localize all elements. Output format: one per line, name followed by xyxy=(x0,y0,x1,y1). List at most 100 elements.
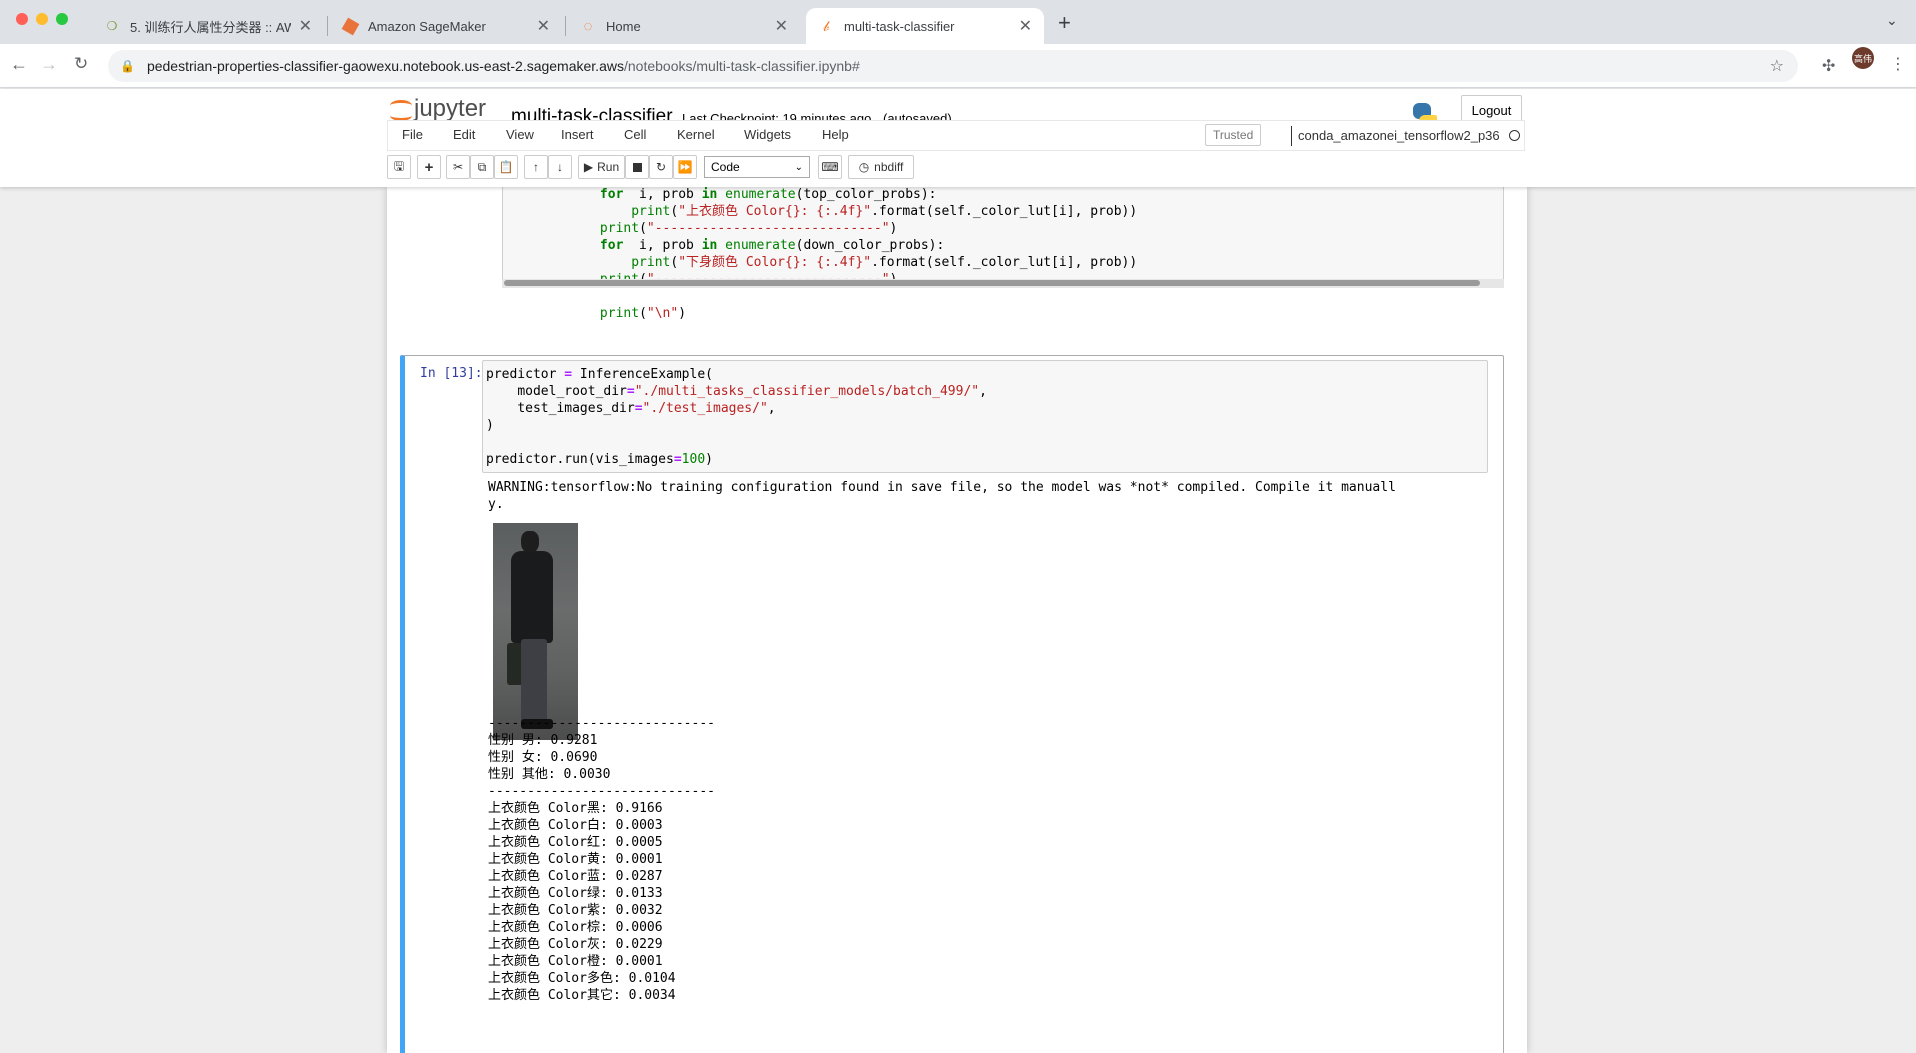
url-input[interactable]: 🔒 pedestrian-properties-classifier-gaowe… xyxy=(108,50,1798,82)
code-token: predictor.run(vis_images xyxy=(486,452,674,467)
star-icon[interactable]: ☆ xyxy=(1770,56,1784,76)
output-line: 上衣颜色 Color红: 0.0005 xyxy=(488,835,663,850)
arrow-up-icon: ↑ xyxy=(533,160,539,174)
lightbulb-icon: ❍ xyxy=(106,19,118,33)
output-line: ----------------------------- xyxy=(488,784,715,799)
jupyter-logo-icon xyxy=(390,96,412,122)
new-tab-button[interactable]: + xyxy=(1058,10,1071,36)
code-token: enumerate xyxy=(717,238,796,253)
kebab-icon[interactable]: ⋮ xyxy=(1890,54,1906,74)
close-icon[interactable]: ✕ xyxy=(1019,16,1032,36)
kernel-idle-indicator xyxy=(1509,130,1520,141)
browser-tab-aws-workshop[interactable]: ❍ 5. 训练行人属性分类器 :: AWS S ✕ xyxy=(92,8,324,44)
browser-tab-home[interactable]: ◌ Home ✕ xyxy=(568,8,800,44)
code-line: print("-----------------------------") xyxy=(506,220,1137,237)
sagemaker-icon xyxy=(341,17,359,35)
code-line: for i, prob in enumerate(top_color_probs… xyxy=(506,187,1137,203)
restart-button[interactable]: ↻ xyxy=(649,155,673,179)
tab-title: Home xyxy=(606,18,641,34)
jupyter-logo-text: jupyter xyxy=(414,95,487,122)
output-line: 性别 女: 0.0690 xyxy=(488,750,598,765)
reload-icon[interactable]: ↻ xyxy=(74,54,88,74)
cell-type-value: Code xyxy=(711,160,740,174)
code-token: "-----------------------------" xyxy=(646,221,890,236)
arrow-right-icon[interactable]: → xyxy=(40,54,58,75)
move-down-button[interactable]: ↓ xyxy=(548,155,572,179)
menu-file[interactable]: File xyxy=(402,127,423,142)
code-token: ) xyxy=(486,418,494,433)
code-cell-previous[interactable]: for i, prob in enumerate(top_color_probs… xyxy=(502,187,1504,321)
copy-button[interactable]: ⧉ xyxy=(470,155,494,179)
code-token: = xyxy=(673,452,682,467)
notebook-container: for i, prob in enumerate(top_color_probs… xyxy=(387,187,1527,1053)
close-icon[interactable]: ✕ xyxy=(537,16,550,36)
copy-icon: ⧉ xyxy=(477,159,487,174)
avatar[interactable]: 高伟 xyxy=(1852,47,1874,69)
menu-help[interactable]: Help xyxy=(822,127,849,142)
code-line: print("上衣颜色 Color{}: {:.4f}".format(self… xyxy=(506,203,1137,220)
output-line: 上衣颜色 Color灰: 0.0229 xyxy=(488,937,663,952)
interrupt-button[interactable] xyxy=(625,155,649,179)
code-token: .format(self._color_lut[i], prob)) xyxy=(871,255,1138,270)
arrow-left-icon[interactable]: ← xyxy=(10,54,28,75)
code-token: i, prob xyxy=(623,238,702,253)
code-token: ) xyxy=(678,306,687,321)
scissors-icon: ✂ xyxy=(452,160,464,174)
code-token: ) xyxy=(705,452,713,467)
browser-tab-multi-task-classifier[interactable]: 𝒷 multi-task-classifier ✕ xyxy=(806,8,1044,44)
window-minimize-button[interactable] xyxy=(36,13,48,25)
code-cell-selected[interactable]: In [13]: predictor = InferenceExample( m… xyxy=(400,355,1504,1053)
jupyter-logo[interactable]: jupyter xyxy=(390,95,486,123)
kernel-name[interactable]: conda_amazonei_tensorflow2_p36 xyxy=(1298,128,1500,143)
menu-view[interactable]: View xyxy=(506,127,534,142)
save-icon: 🖫 xyxy=(393,158,405,173)
close-icon[interactable]: ✕ xyxy=(775,16,788,36)
cell-type-select[interactable]: Code ⌄ xyxy=(704,156,810,178)
output-line: 上衣颜色 Color黄: 0.0001 xyxy=(488,852,663,867)
scrollbar-thumb[interactable] xyxy=(504,280,1480,286)
save-button[interactable]: 🖫 xyxy=(387,155,411,179)
horizontal-scrollbar[interactable] xyxy=(502,279,1504,288)
code-token: "./multi_tasks_classifier_models/batch_4… xyxy=(634,384,980,399)
run-button[interactable]: ▶ Run xyxy=(578,155,625,179)
code-token: ) xyxy=(889,221,898,236)
restart-run-all-button[interactable]: ⏩ xyxy=(673,155,697,179)
code-token: for xyxy=(599,238,624,253)
code-token: , xyxy=(767,401,776,416)
window-close-button[interactable] xyxy=(16,13,28,25)
browser-tab-sagemaker[interactable]: Amazon SageMaker ✕ xyxy=(330,8,562,44)
menu-insert[interactable]: Insert xyxy=(561,127,594,142)
menu-widgets[interactable]: Widgets xyxy=(744,127,791,142)
output-line: 性别 男: 0.9281 xyxy=(488,733,598,748)
menu-edit[interactable]: Edit xyxy=(453,127,475,142)
code-token: .format(self._color_lut[i], prob)) xyxy=(871,204,1138,219)
code-cell-input[interactable]: predictor = InferenceExample( model_root… xyxy=(482,360,1488,473)
chevron-down-icon[interactable]: ⌄ xyxy=(1886,12,1898,29)
trusted-badge[interactable]: Trusted xyxy=(1205,124,1262,146)
code-token: = xyxy=(626,384,635,399)
code-token: print xyxy=(599,306,640,321)
command-palette-button[interactable]: ⌨ xyxy=(818,155,842,179)
code-editor[interactable]: for i, prob in enumerate(top_color_probs… xyxy=(506,187,1137,322)
menu-cell[interactable]: Cell xyxy=(624,127,646,142)
menu-kernel[interactable]: Kernel xyxy=(677,127,715,142)
insert-cell-button[interactable]: + xyxy=(417,155,441,179)
nbdiff-button[interactable]: ◷ nbdiff xyxy=(848,155,914,179)
cut-button[interactable]: ✂ xyxy=(446,155,470,179)
code-line: predictor = InferenceExample( xyxy=(486,366,987,383)
puzzle-icon[interactable]: ✣ xyxy=(1822,56,1835,76)
window-zoom-button[interactable] xyxy=(56,13,68,25)
code-line: ) xyxy=(486,417,987,434)
jupyter-header: jupyter multi-task-classifier Last Check… xyxy=(0,89,1916,187)
cell-output-area: WARNING:tensorflow:No training configura… xyxy=(482,474,1488,1053)
code-token: InferenceExample( xyxy=(572,367,713,382)
move-up-button[interactable]: ↑ xyxy=(524,155,548,179)
output-line: ----------------------------- xyxy=(488,716,715,731)
close-icon[interactable]: ✕ xyxy=(299,16,312,36)
paste-button[interactable]: 📋 xyxy=(494,155,518,179)
code-editor[interactable]: predictor = InferenceExample( model_root… xyxy=(486,366,987,468)
fast-forward-icon: ⏩ xyxy=(677,160,693,174)
code-token: ( xyxy=(639,306,647,321)
